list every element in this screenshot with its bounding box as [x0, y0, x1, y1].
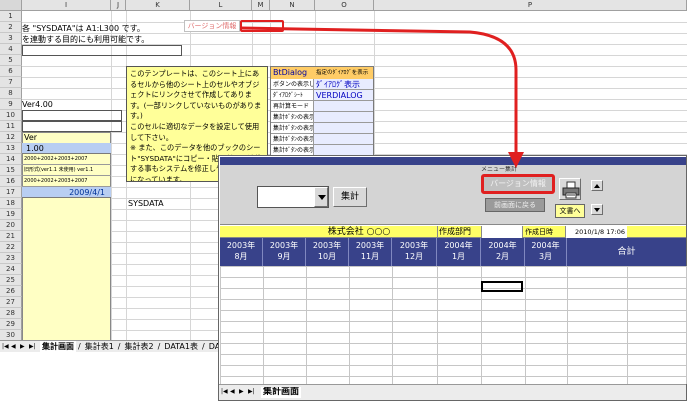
callout-arrow [239, 26, 524, 168]
